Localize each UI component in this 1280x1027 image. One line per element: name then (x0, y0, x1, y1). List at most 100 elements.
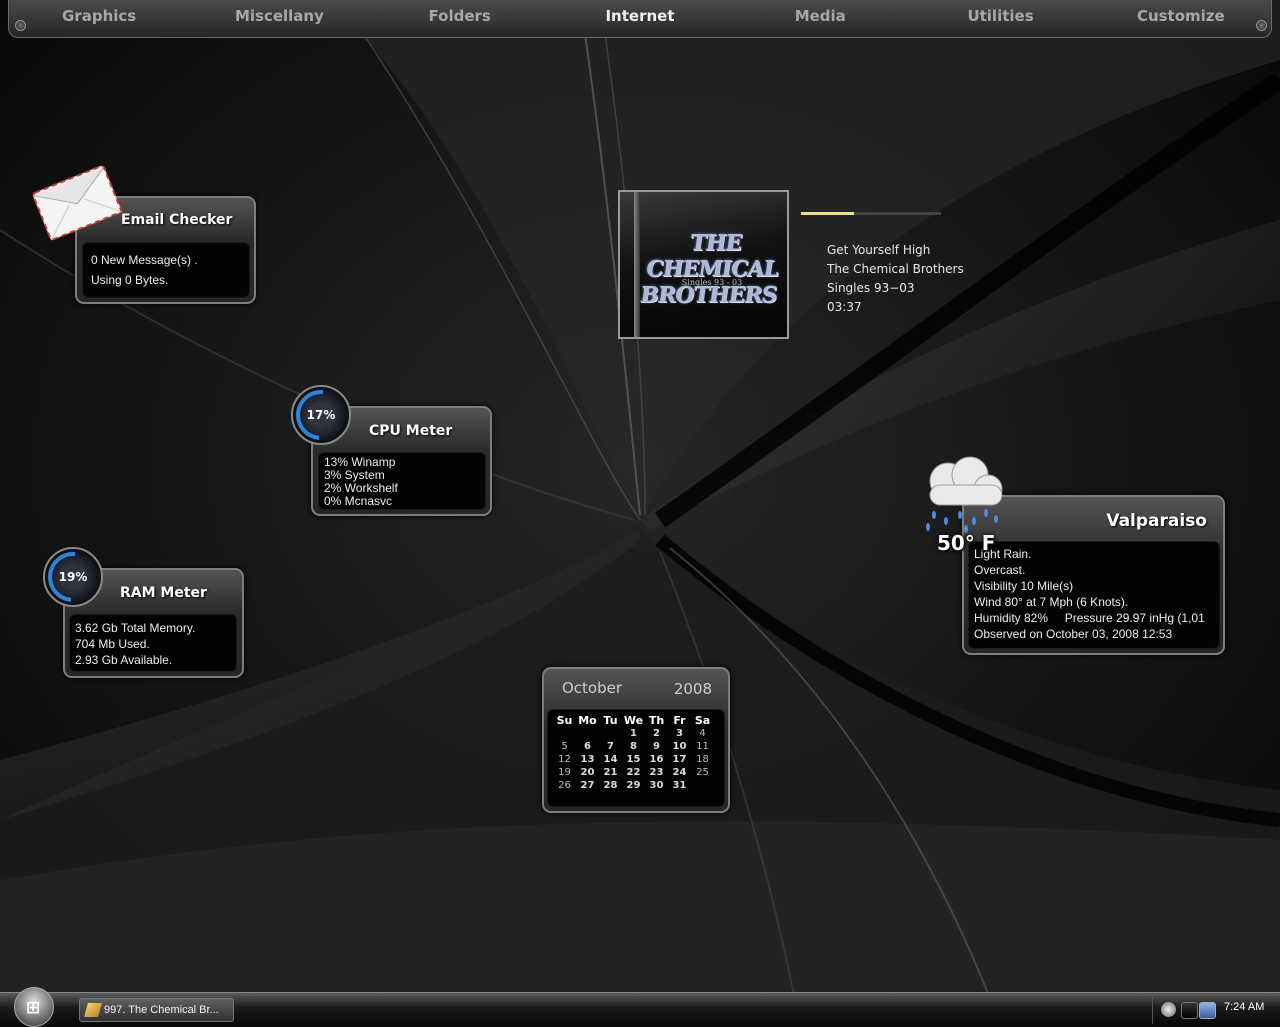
weather-line: Wind 80° at 7 Mph (6 Knots). (974, 595, 1129, 609)
cpu-process: 0% Mcnasvc (324, 494, 393, 508)
weather-line: Visibility 10 Mile(s) (974, 579, 1074, 593)
calendar-day[interactable]: 31 (668, 779, 691, 792)
calendar-day[interactable]: 19 (553, 766, 576, 779)
calendar-day[interactable]: 26 (553, 779, 576, 792)
nav-item-media[interactable]: Media (730, 0, 910, 32)
track-album: Singles 93−03 (827, 281, 915, 295)
nav-item-folders[interactable]: Folders (370, 0, 550, 32)
weather-body: Light Rain. Overcast. Visibility 10 Mile… (968, 541, 1220, 649)
calendar-day[interactable]: 16 (645, 753, 668, 766)
media-icon[interactable] (1181, 1002, 1198, 1019)
envelope-icon (32, 165, 122, 241)
calendar-day (691, 779, 714, 792)
calendar-day[interactable]: 8 (622, 740, 645, 753)
calendar-year: 2008 (673, 680, 712, 698)
nav-item-graphics[interactable]: Graphics (9, 0, 189, 32)
calendar-day[interactable]: 28 (599, 779, 622, 792)
nav-item-customize[interactable]: Customize (1091, 0, 1271, 32)
ram-line: 2.93 Gb Available. (75, 653, 173, 667)
calendar-table: Su Mo Tu We Th Fr Sa 1 2 3 4 5 6 7 8 9 10 11 12 13 14 15 16 17 1… (553, 713, 714, 792)
ram-meter-title: RAM Meter (120, 585, 207, 601)
ram-line: 704 Mb Used. (75, 637, 150, 651)
windows-logo-icon: ⊞ (26, 998, 41, 1018)
calendar-month: October (562, 679, 623, 697)
email-checker-title: Email Checker (121, 212, 233, 228)
cpu-meter-title: CPU Meter (369, 423, 453, 439)
calendar-day[interactable]: 25 (691, 766, 714, 779)
calendar-grid: Su Mo Tu We Th Fr Sa 1 2 3 4 5 6 7 8 9 10 11 12 13 14 15 16 17 1… (547, 709, 725, 807)
calendar-weekday: Th (648, 713, 665, 727)
cpu-gauge: 17% (291, 385, 351, 445)
nav-item-internet[interactable]: Internet (550, 0, 730, 32)
ram-gauge: 19% (43, 547, 103, 607)
email-line: Using 0 Bytes. (91, 273, 169, 287)
calendar-day[interactable]: 20 (576, 766, 599, 779)
calendar-day[interactable]: 6 (576, 740, 599, 753)
nav-item-utilities[interactable]: Utilities (910, 0, 1090, 32)
cpu-meter-body: 13% Winamp 3% System 2% Workshelf 0% Mcn… (318, 452, 486, 510)
calendar-weekday: Tu (603, 713, 618, 727)
calendar-day[interactable]: 14 (599, 753, 622, 766)
winamp-icon (84, 1003, 102, 1017)
track-progress-bar[interactable] (801, 212, 941, 215)
calendar-day (553, 727, 576, 740)
calendar-day[interactable]: 9 (645, 740, 668, 753)
start-button[interactable]: ⊞ (14, 987, 54, 1027)
calendar-day[interactable]: 18 (691, 753, 714, 766)
album-art-title: THE CHEMICAL BROTHERS (638, 230, 780, 308)
calendar-day[interactable]: 1 (622, 727, 645, 740)
dock-nav: Graphics Miscellany Folders Internet Media Ut… (9, 0, 1271, 32)
calendar-day[interactable]: 5 (553, 740, 576, 753)
email-line: 0 New Message(s) . (91, 253, 198, 267)
calendar-day[interactable]: 3 (668, 727, 691, 740)
calendar-day[interactable]: 7 (599, 740, 622, 753)
taskbar: ⊞ 997. The Chemical Br... (0, 987, 1280, 1027)
ram-meter-body: 3.62 Gb Total Memory. 704 Mb Used. 2.93 … (69, 614, 237, 672)
top-dock: Graphics Miscellany Folders Internet Media Ut… (8, 0, 1272, 38)
weather-temperature: 50° F (937, 531, 996, 555)
calendar-day[interactable]: 30 (645, 779, 668, 792)
track-duration: 03:37 (827, 300, 862, 314)
track-artist: The Chemical Brothers (827, 262, 964, 276)
calendar-day[interactable]: 22 (622, 766, 645, 779)
calendar-day[interactable]: 2 (645, 727, 668, 740)
calendar-day (576, 727, 599, 740)
album-art-subtitle: Singles 93 - 03 (681, 278, 743, 287)
taskbar-clock[interactable]: 7:24 AM (1224, 1001, 1264, 1013)
taskbar-window-label: 997. The Chemical Br... (104, 1004, 219, 1016)
calendar-day[interactable]: 17 (668, 753, 691, 766)
calendar-day[interactable]: 27 (576, 779, 599, 792)
calendar-day[interactable]: 15 (622, 753, 645, 766)
weather-line: Light Rain. (974, 547, 1032, 561)
calendar-day[interactable]: 21 (599, 766, 622, 779)
calendar-day[interactable]: 13 (576, 753, 599, 766)
ram-line: 3.62 Gb Total Memory. (75, 621, 196, 635)
calendar-day (599, 727, 622, 740)
calendar-day[interactable]: 12 (553, 753, 576, 766)
track-progress-fill (801, 212, 855, 215)
calendar-weekday: We (623, 713, 644, 727)
calendar-day[interactable]: 24 (668, 766, 691, 779)
rain-cloud-icon (926, 456, 1003, 533)
network-icon[interactable] (1199, 1002, 1216, 1019)
calendar-weekday: Su (556, 713, 573, 727)
speaker-icon[interactable] (1161, 1002, 1176, 1017)
nav-item-miscellany[interactable]: Miscellany (189, 0, 369, 32)
calendar-day[interactable]: 29 (622, 779, 645, 792)
track-title: Get Yourself High (827, 243, 931, 257)
calendar-day[interactable]: 4 (691, 727, 714, 740)
album-art[interactable]: THE CHEMICAL BROTHERS Singles 93 - 03 (618, 190, 789, 339)
taskbar-window-button[interactable]: 997. The Chemical Br... (79, 998, 234, 1022)
weather-line: Overcast. (974, 563, 1026, 577)
calendar-widget[interactable]: October 2008 Su Mo Tu We Th Fr Sa 1 2 3 4 5 6 7 8 9 10 11… (542, 667, 730, 813)
weather-city: Valparaiso (1106, 511, 1207, 531)
calendar-day[interactable]: 10 (668, 740, 691, 753)
calendar-weekday: Fr (673, 713, 686, 727)
email-checker-body: 0 New Message(s) . Using 0 Bytes. (82, 242, 250, 298)
weather-line: Humidity 82% Pressure 29.97 inHg (1,01 (974, 611, 1205, 625)
calendar-weekday: Sa (694, 713, 711, 727)
album-spine (634, 192, 640, 337)
weather-line: Observed on October 03, 2008 12:53 (974, 627, 1173, 641)
calendar-day[interactable]: 11 (691, 740, 714, 753)
calendar-day[interactable]: 23 (645, 766, 668, 779)
